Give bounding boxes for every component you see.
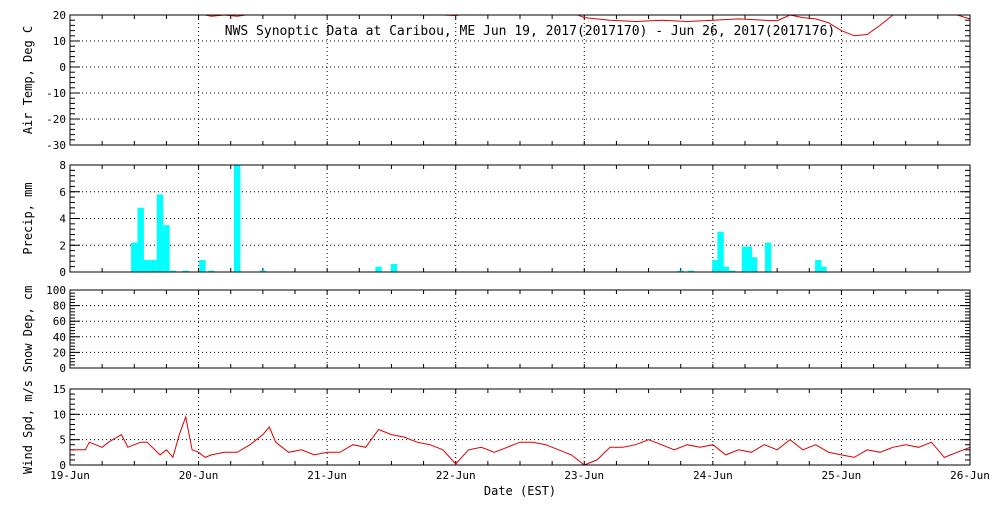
precip-bar <box>150 259 157 272</box>
y-tick-label: 40 <box>53 331 66 344</box>
x-tick-label: 22-Jun <box>436 469 476 482</box>
y-tick-label: 60 <box>53 315 66 328</box>
x-tick-label: 25-Jun <box>822 469 862 482</box>
precip-bar <box>375 266 382 272</box>
x-tick-label: 24-Jun <box>693 469 733 482</box>
x-tick-label: 21-Jun <box>307 469 347 482</box>
x-axis-label: Date (EST) <box>484 484 556 498</box>
y-tick-label: 20 <box>53 346 66 359</box>
precip-bar <box>233 165 241 272</box>
y-tick-label: 4 <box>59 213 66 226</box>
precip-bar <box>199 259 206 272</box>
precip-bar <box>137 207 144 272</box>
precip-bar <box>131 242 138 272</box>
precip-bar <box>764 242 772 272</box>
precip-bar <box>390 263 398 272</box>
y-tick-label: 100 <box>46 284 66 297</box>
y-axis-label: Snow Dep, cm <box>21 286 35 373</box>
y-tick-label: 80 <box>53 300 66 313</box>
y-axis-label: Precip, mm <box>21 182 35 254</box>
chart-canvas: NWS Synoptic Data at Caribou, ME Jun 19,… <box>0 0 1000 500</box>
precip-bar <box>820 266 827 272</box>
x-tick-label: 26-Jun <box>950 469 990 482</box>
y-tick-label: 10 <box>53 408 66 421</box>
chart-background <box>0 0 1000 500</box>
y-tick-label: -20 <box>46 113 66 126</box>
y-tick-label: 0 <box>59 362 66 375</box>
y-axis-label: Air Temp, Deg C <box>21 26 35 134</box>
x-tick-label: 23-Jun <box>564 469 604 482</box>
precip-bar <box>722 266 729 272</box>
y-axis-label: Wind Spd, m/s <box>21 380 35 474</box>
x-tick-label: 19-Jun <box>50 469 90 482</box>
synoptic-chart: NWS Synoptic Data at Caribou, ME Jun 19,… <box>0 0 1000 500</box>
precip-bar <box>717 231 724 272</box>
precip-bar <box>156 194 164 272</box>
y-tick-label: 10 <box>53 35 66 48</box>
y-tick-label: 0 <box>59 61 66 74</box>
y-tick-label: 20 <box>53 9 66 22</box>
y-tick-label: 0 <box>59 266 66 279</box>
chart-title: NWS Synoptic Data at Caribou, ME Jun 19,… <box>225 24 835 39</box>
y-tick-label: 8 <box>59 159 66 172</box>
y-tick-label: 2 <box>59 239 66 252</box>
y-tick-label: 15 <box>53 383 66 396</box>
precip-bar <box>750 257 758 272</box>
y-tick-label: -30 <box>46 139 66 152</box>
y-tick-label: 6 <box>59 186 66 199</box>
precip-bar <box>143 259 151 272</box>
y-tick-label: 5 <box>59 434 66 447</box>
y-tick-label: -10 <box>46 87 66 100</box>
x-tick-label: 20-Jun <box>179 469 219 482</box>
precip-bar <box>163 225 170 272</box>
